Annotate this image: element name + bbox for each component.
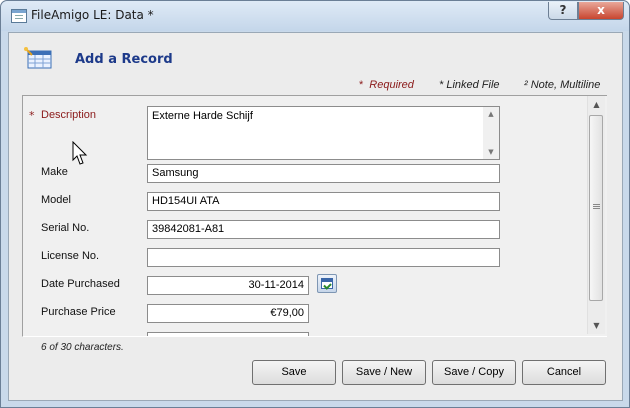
dialog-body: Add a Record * Required * Linked File ² N… (8, 32, 623, 401)
purchase-price-field[interactable]: €79,00 (147, 304, 309, 323)
cancel-button[interactable]: Cancel (522, 360, 606, 385)
form-panel: * Description Externe Harde Schijf ▲ ▼ M… (22, 95, 607, 337)
purchase-price-label: Purchase Price (41, 306, 116, 318)
form-scrollbar[interactable]: ▲ ▼ (587, 96, 605, 334)
title-bar[interactable]: FileAmigo LE: Data * ? x (1, 1, 629, 31)
date-purchased-field[interactable]: 30-11-2014 (147, 276, 309, 295)
calendar-icon (321, 278, 333, 289)
model-label: Model (41, 194, 71, 206)
serial-field[interactable]: 39842081-A81 (147, 220, 500, 239)
make-field[interactable]: Samsung (147, 164, 500, 183)
help-button[interactable]: ? (548, 2, 578, 20)
make-label: Make (41, 166, 68, 178)
scroll-thumb[interactable] (589, 115, 603, 301)
required-legend: Required (369, 79, 414, 91)
grip-icon (593, 204, 600, 205)
next-field-partial[interactable] (147, 332, 309, 336)
license-label: License No. (41, 250, 100, 262)
scroll-down-icon[interactable]: ▼ (588, 317, 605, 334)
required-star: * (29, 109, 35, 122)
linked-legend: * Linked File (439, 79, 500, 91)
save-new-button[interactable]: Save / New (342, 360, 426, 385)
save-button[interactable]: Save (252, 360, 336, 385)
note-legend: ² Note, Multiline (524, 79, 601, 91)
model-field[interactable]: HD154UI ATA (147, 192, 500, 211)
license-field[interactable] (147, 248, 500, 267)
description-scrollbar[interactable]: ▲ ▼ (483, 107, 499, 159)
legend-required: * Required (359, 79, 414, 91)
character-count: 6 of 30 characters. (41, 342, 124, 353)
description-value: Externe Harde Schijf (152, 110, 253, 122)
save-copy-button[interactable]: Save / Copy (432, 360, 516, 385)
required-marker: * (359, 79, 364, 91)
window-title: FileAmigo LE: Data * (31, 8, 154, 22)
page-title: Add a Record (75, 52, 173, 67)
serial-label: Serial No. (41, 222, 90, 234)
scroll-up-icon[interactable]: ▲ (483, 107, 499, 121)
close-button[interactable]: x (578, 2, 624, 20)
date-purchased-label: Date Purchased (41, 278, 120, 290)
mouse-pointer-icon (72, 141, 88, 165)
description-label: Description (41, 109, 97, 121)
add-record-icon (24, 47, 52, 69)
dialog-window: FileAmigo LE: Data * ? x Add a Record * R… (0, 0, 630, 408)
calendar-button[interactable] (317, 274, 337, 293)
scroll-down-icon[interactable]: ▼ (483, 145, 499, 159)
spreadsheet-icon (11, 9, 27, 23)
scroll-up-icon[interactable]: ▲ (588, 96, 605, 113)
description-field[interactable]: Externe Harde Schijf ▲ ▼ (147, 106, 500, 160)
